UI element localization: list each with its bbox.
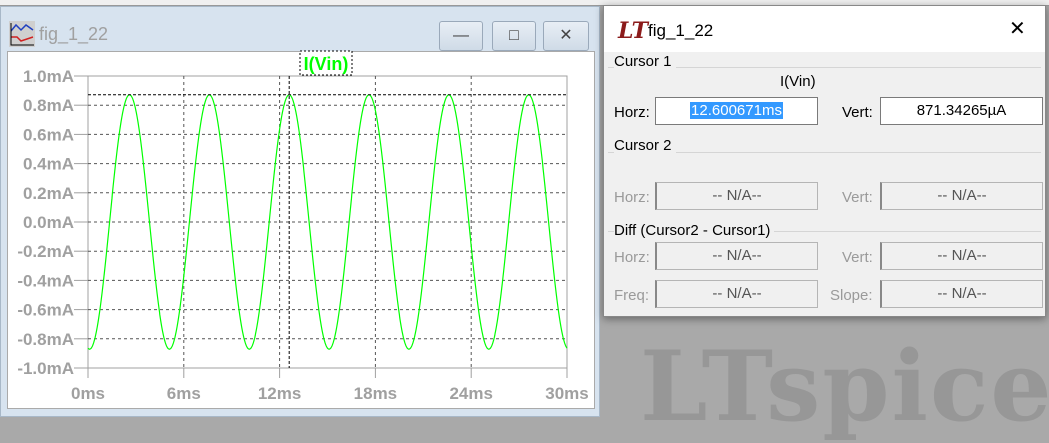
- cursor1-horz-value: 12.600671ms: [690, 102, 783, 119]
- x-tick-label: 6ms: [167, 384, 201, 403]
- diff-group-label: Diff (Cursor2 - Cursor1): [614, 222, 775, 239]
- y-tick-label: -0.8mA: [17, 330, 74, 349]
- trace-label[interactable]: I(Vin): [304, 54, 349, 74]
- x-tick-label: 24ms: [449, 384, 492, 403]
- y-tick-label: -0.4mA: [17, 271, 74, 290]
- y-tick-label: 0.4mA: [23, 155, 74, 174]
- y-tick-label: 0.0mA: [23, 213, 74, 232]
- y-tick-label: 0.8mA: [23, 96, 74, 115]
- x-tick-label: 12ms: [258, 384, 301, 403]
- dialog-title: fig_1_22: [648, 21, 714, 40]
- diff-horz-label: Horz:: [614, 249, 650, 266]
- y-tick-label: 1.0mA: [23, 67, 74, 86]
- cursor1-group-label: Cursor 1: [614, 53, 676, 70]
- cursor2-vert-label: Vert:: [842, 189, 873, 206]
- y-tick-label: -1.0mA: [17, 359, 74, 378]
- diff-vert-label: Vert:: [842, 249, 873, 266]
- y-tick-label: -0.2mA: [17, 242, 74, 261]
- x-tick-label: 0ms: [71, 384, 105, 403]
- y-tick-label: -0.6mA: [17, 301, 74, 320]
- series-line-0: [87, 94, 568, 350]
- cursor2-group-label: Cursor 2: [614, 137, 676, 154]
- plot-frame: [87, 75, 568, 369]
- diff-freq-field: -- N/A--: [655, 280, 818, 308]
- diff-slope-label: Slope:: [830, 287, 873, 304]
- dialog-titlebar: LT fig_1_22 ✕: [604, 6, 1045, 52]
- cursor1-horz-field[interactable]: 12.600671ms: [655, 97, 818, 125]
- cursor2-horz-label: Horz:: [614, 189, 650, 206]
- cursor1-trace-name: I(Vin): [780, 73, 816, 90]
- diff-slope-field: -- N/A--: [880, 280, 1043, 308]
- waveform-chart[interactable]: 1.0mA 0.8mA 0.6mA 0.4mA 0.2mA 0.0mA -0.2mA -0.4…: [0, 0, 600, 417]
- cursor1-vert-label: Vert:: [842, 104, 873, 121]
- dialog-close-button[interactable]: ✕: [1009, 16, 1026, 41]
- cursor2-vert-field: -- N/A--: [880, 182, 1043, 210]
- lt-logo-icon: LT: [618, 18, 649, 44]
- x-tick-label: 18ms: [354, 384, 397, 403]
- cursor2-horz-field: -- N/A--: [655, 182, 818, 210]
- x-tick-label: 30ms: [545, 384, 588, 403]
- cursor-dialog: LT fig_1_22 ✕ Cursor 1 I(Vin) Horz: 12.6…: [603, 5, 1046, 317]
- y-tick-label: 0.6mA: [23, 125, 74, 144]
- diff-horz-field: -- N/A--: [655, 242, 818, 270]
- y-tick-label: 0.2mA: [23, 184, 74, 203]
- diff-vert-field: -- N/A--: [880, 242, 1043, 270]
- ltspice-watermark: LTspice: [640, 330, 1049, 443]
- cursor1-vert-field[interactable]: 871.34265µA: [880, 97, 1043, 125]
- cursor1-horz-label: Horz:: [614, 104, 650, 121]
- diff-freq-label: Freq:: [614, 287, 650, 304]
